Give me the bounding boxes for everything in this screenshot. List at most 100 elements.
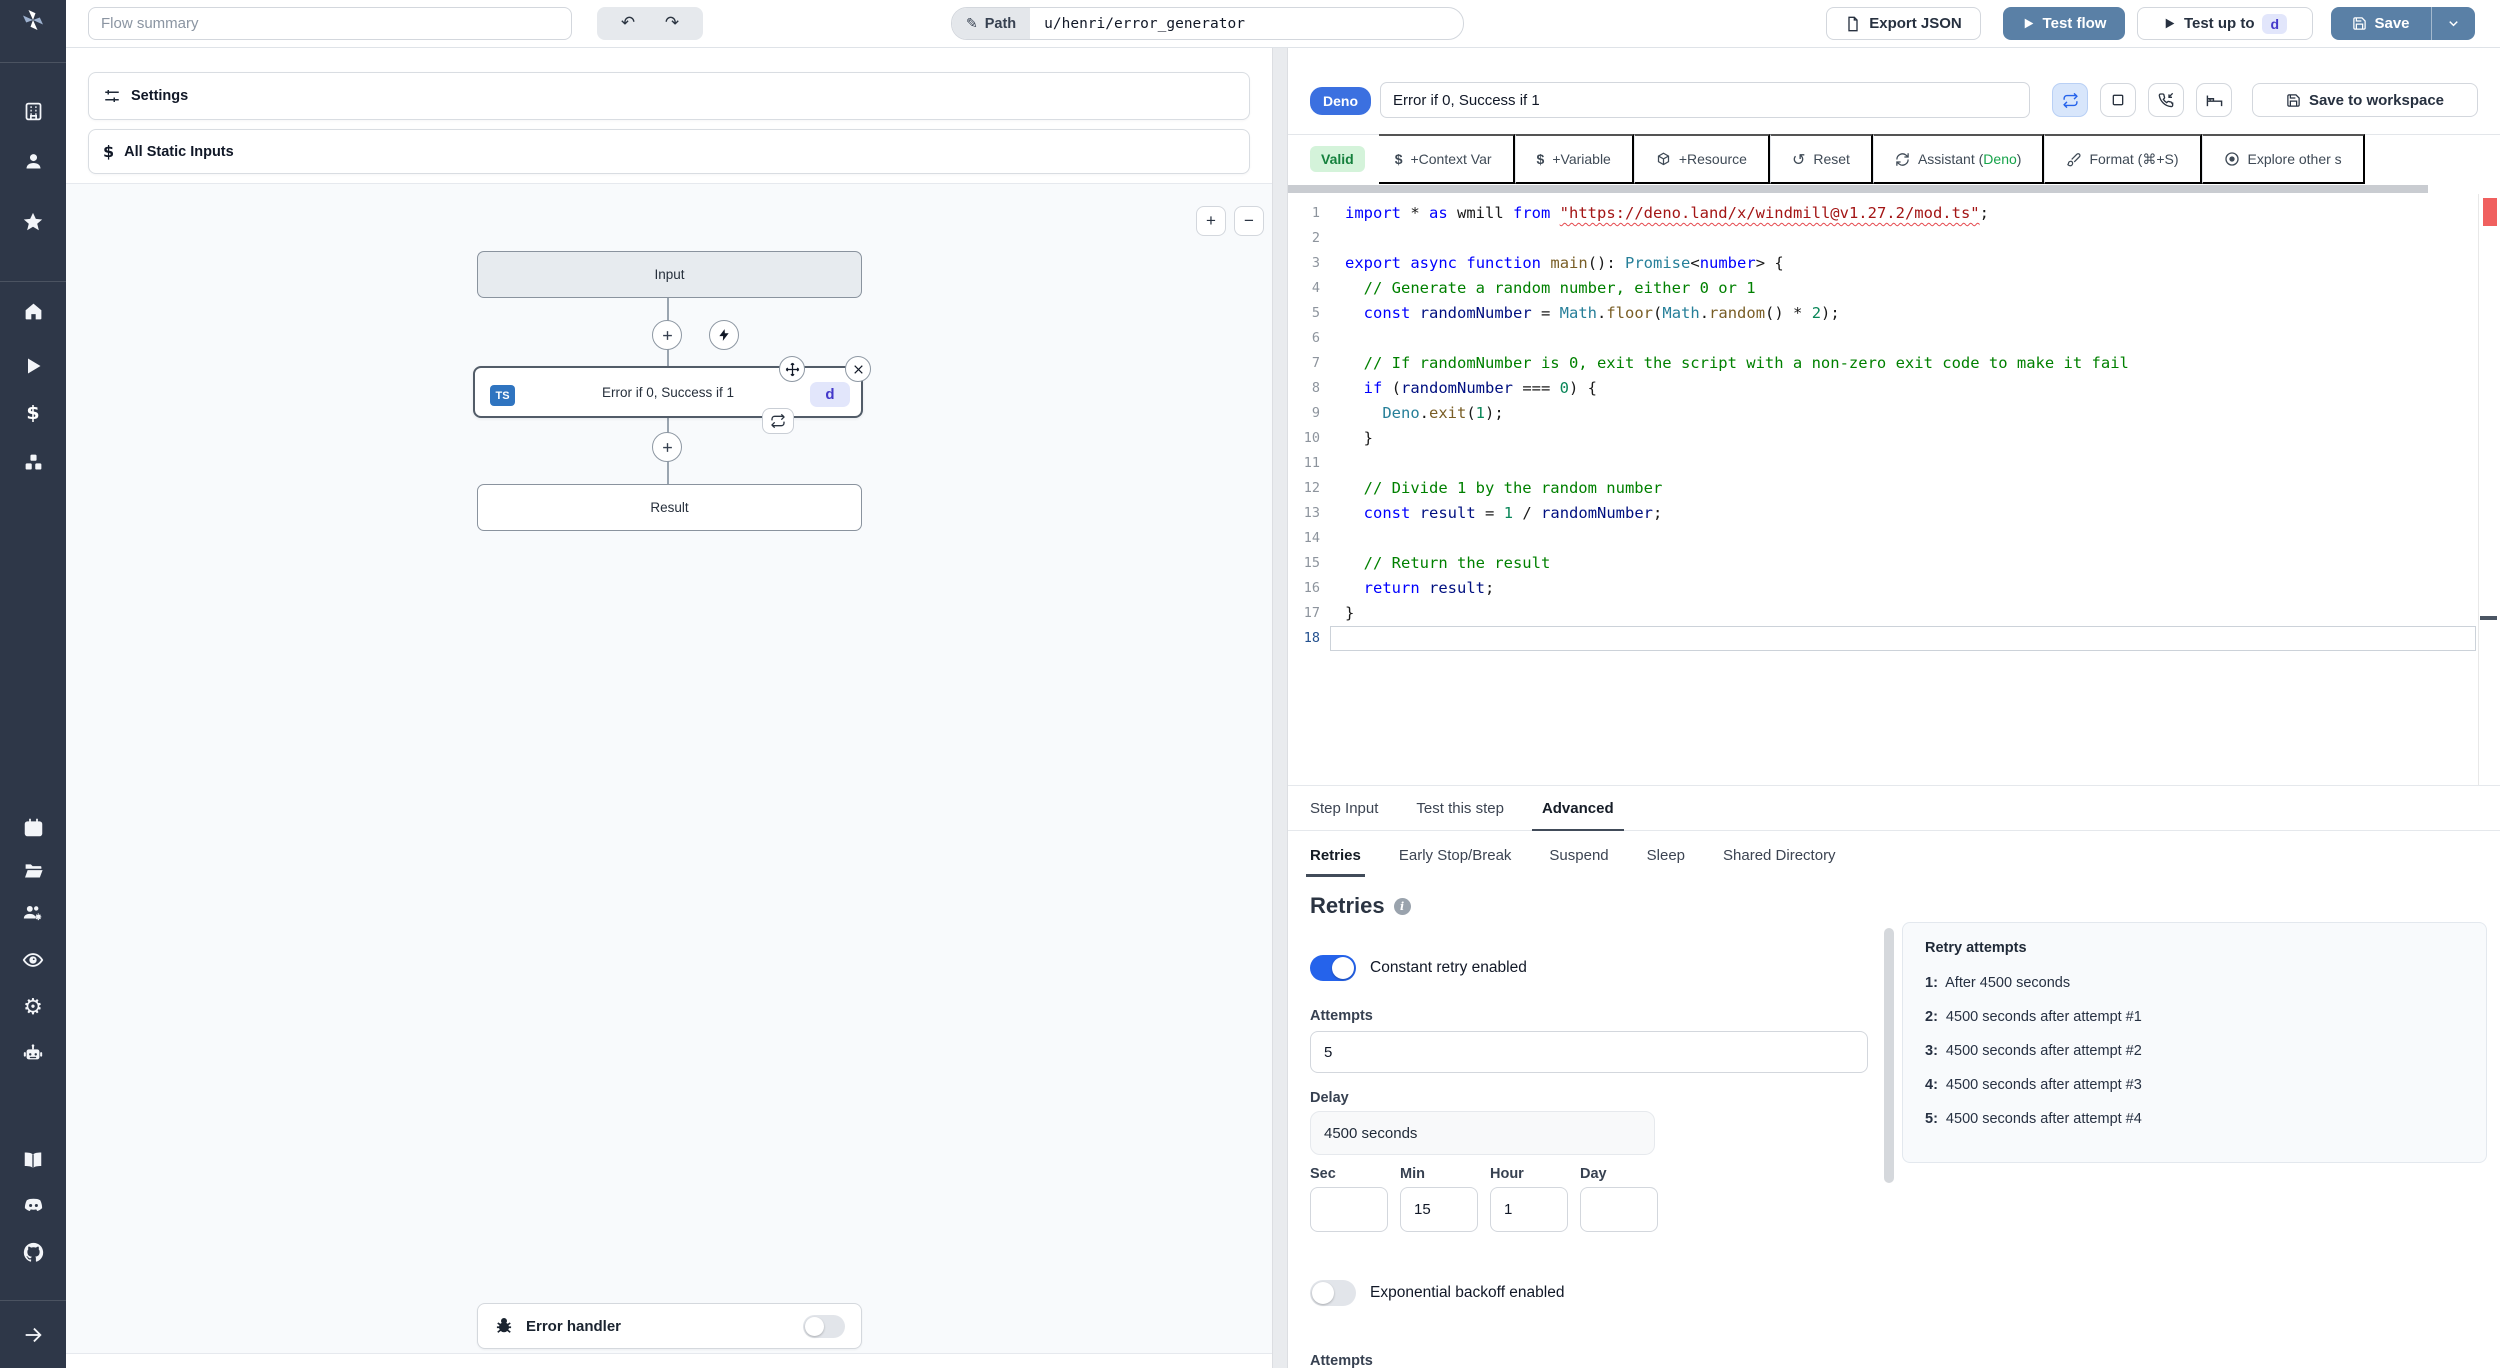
code-line[interactable]: 8 if (randomNumber === 0) { [1288, 376, 2500, 401]
add-variable-button[interactable]: $ +Variable [1514, 134, 1634, 184]
code-line[interactable]: 16 return result; [1288, 576, 2500, 601]
add-context-var-button[interactable]: $ +Context Var [1378, 134, 1515, 184]
sleep-bed-button[interactable] [2196, 83, 2232, 117]
constant-retry-toggle[interactable] [1310, 955, 1356, 981]
day-input[interactable] [1580, 1187, 1658, 1232]
subtab-early-stop[interactable]: Early Stop/Break [1399, 831, 1512, 879]
constant-retry-label: Constant retry enabled [1370, 959, 1527, 976]
code-line[interactable]: 10 } [1288, 426, 2500, 451]
save-to-workspace-button[interactable]: Save to workspace [2252, 83, 2478, 117]
retries-scrollbar[interactable] [1884, 928, 1894, 1183]
error-handler-card[interactable]: Error handler [477, 1303, 862, 1349]
suspend-phone-button[interactable] [2148, 83, 2184, 117]
assistant-button[interactable]: Assistant (Deno) [1872, 134, 2045, 184]
runs-play-icon[interactable] [21, 354, 45, 378]
delete-step-button[interactable] [845, 356, 871, 382]
workspace-icon[interactable] [21, 99, 45, 123]
tab-step-input[interactable]: Step Input [1310, 786, 1378, 830]
error-handler-toggle[interactable] [803, 1314, 845, 1338]
toolbar-horizontal-scrollbar[interactable] [1288, 185, 2500, 193]
subtab-suspend[interactable]: Suspend [1549, 831, 1608, 879]
format-button[interactable]: Format (⌘+S) [2044, 134, 2202, 184]
flow-canvas[interactable]: + − Input TS Error if 0, Success if 1 d [66, 183, 1272, 1354]
step-name-input[interactable] [1380, 82, 2030, 118]
zoom-in-button[interactable]: + [1196, 206, 1226, 236]
code-line[interactable]: 13 const result = 1 / randomNumber; [1288, 501, 2500, 526]
step-editor-panel: Deno Save to workspace Valid $ [1288, 47, 2500, 1368]
code-line[interactable]: 4 // Generate a random number, either 0 … [1288, 276, 2500, 301]
min-input[interactable] [1400, 1187, 1478, 1232]
all-static-inputs-row[interactable]: $ All Static Inputs [88, 129, 1250, 174]
code-line[interactable]: 7 // If randomNumber is 0, exit the scri… [1288, 351, 2500, 376]
attempts-input[interactable] [1310, 1031, 1868, 1073]
folders-icon[interactable] [21, 858, 45, 882]
step-id-badge[interactable]: d [810, 382, 850, 407]
docs-book-icon[interactable] [21, 1148, 45, 1172]
test-flow-button[interactable]: Test flow [2003, 7, 2125, 40]
groups-users-gear-icon[interactable] [21, 901, 45, 925]
insert-step-button[interactable] [652, 320, 682, 350]
node-result[interactable]: Result [477, 484, 862, 531]
code-line[interactable]: 17} [1288, 601, 2500, 626]
delay-input[interactable] [1310, 1111, 1655, 1155]
code-line[interactable]: 5 const randomNumber = Math.floor(Math.r… [1288, 301, 2500, 326]
trigger-bolt-button[interactable] [709, 320, 739, 350]
github-icon[interactable] [21, 1240, 45, 1264]
export-json-button[interactable]: Export JSON [1826, 7, 1981, 40]
variables-dollar-icon[interactable]: $ [21, 401, 45, 425]
info-icon[interactable]: i [1393, 897, 1411, 915]
retries-toggle-button[interactable] [2052, 83, 2088, 117]
tab-advanced[interactable]: Advanced [1531, 786, 1624, 831]
undo-button[interactable]: ↶ [615, 14, 641, 33]
zoom-out-button[interactable]: − [1234, 206, 1264, 236]
collapse-arrow-right-icon[interactable] [21, 1323, 45, 1347]
code-editor[interactable]: 1 import * as wmill from "https://deno.la… [1288, 194, 2500, 785]
user-icon[interactable] [21, 149, 45, 173]
path-pill[interactable]: ✎ Path u/henri/error_generator [951, 7, 1464, 40]
test-up-to-button[interactable]: Test up to d [2137, 7, 2313, 40]
add-resource-button[interactable]: +Resource [1633, 134, 1770, 184]
settings-gear-icon[interactable]: ⚙ [21, 996, 45, 1020]
node-step[interactable]: TS Error if 0, Success if 1 d [473, 366, 863, 434]
stop-square-button[interactable] [2100, 83, 2136, 117]
redo-button[interactable]: ↷ [659, 14, 685, 33]
favorites-star-icon[interactable] [21, 210, 45, 234]
resources-boxes-icon[interactable] [21, 450, 45, 474]
move-step-button[interactable] [779, 356, 805, 382]
reset-button[interactable]: ↺ Reset [1769, 134, 1873, 184]
path-label: ✎ Path [952, 8, 1031, 39]
audit-eye-icon[interactable] [21, 948, 45, 972]
panel-resize-handle[interactable] [1272, 47, 1288, 1368]
code-line[interactable]: 18 [1288, 626, 2500, 651]
subtab-retries[interactable]: Retries [1306, 831, 1365, 879]
save-button[interactable]: Save [2331, 7, 2431, 40]
sec-input[interactable] [1310, 1187, 1388, 1232]
retry-indicator-button[interactable] [762, 408, 794, 434]
code-line[interactable]: 2 [1288, 226, 2500, 251]
code-line[interactable]: 12 // Divide 1 by the random number [1288, 476, 2500, 501]
flow-settings-row[interactable]: Settings [88, 72, 1250, 120]
code-line[interactable]: 11 [1288, 451, 2500, 476]
discord-icon[interactable] [21, 1193, 45, 1217]
home-icon[interactable] [21, 299, 45, 323]
code-line[interactable]: 14 [1288, 526, 2500, 551]
flow-summary-input[interactable] [88, 7, 572, 40]
schedules-calendar-icon[interactable] [21, 815, 45, 839]
explore-scripts-button[interactable]: Explore other s [2201, 134, 2365, 184]
tab-test-this-step[interactable]: Test this step [1416, 786, 1504, 830]
subtab-sleep[interactable]: Sleep [1647, 831, 1685, 879]
retry-attempt-item: 2: 4500 seconds after attempt #1 [1925, 1009, 2142, 1025]
save-dropdown-button[interactable] [2431, 7, 2475, 40]
code-line[interactable]: 15 // Return the result [1288, 551, 2500, 576]
exponential-backoff-toggle[interactable] [1310, 1280, 1356, 1306]
code-line[interactable]: 9 Deno.exit(1); [1288, 401, 2500, 426]
code-line[interactable]: 1 import * as wmill from "https://deno.la… [1288, 201, 2500, 226]
insert-step-button[interactable] [652, 432, 682, 462]
hour-input[interactable] [1490, 1187, 1568, 1232]
windmill-logo[interactable] [21, 8, 45, 32]
code-line[interactable]: 3 export async function main(): Promise<n… [1288, 251, 2500, 276]
subtab-shared-directory[interactable]: Shared Directory [1723, 831, 1836, 879]
code-line[interactable]: 6 [1288, 326, 2500, 351]
workers-robot-icon[interactable] [21, 1041, 45, 1065]
node-input[interactable]: Input [477, 251, 862, 298]
